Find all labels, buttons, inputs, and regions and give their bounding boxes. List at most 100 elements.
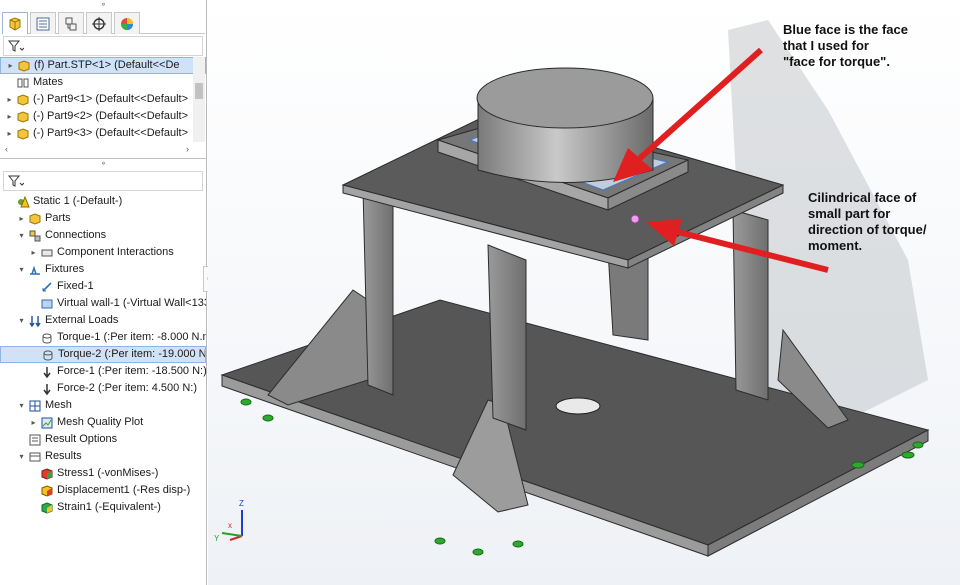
simulation-study-tree: Static 1 (-Default-) ▸ Parts ▾ Connections ▸ C… [0,193,206,516]
study-row[interactable]: ▾ Results [0,448,206,465]
feature-manager-tab[interactable] [2,12,28,34]
mates-icon [15,76,31,90]
part-icon [16,59,32,73]
expand-toggle-icon[interactable]: ▸ [4,125,15,142]
feature-tree-icon [9,16,21,31]
expand-toggle-icon[interactable]: ▸ [4,91,15,108]
study-row[interactable]: Displacement1 (-Res disp-) [0,482,206,499]
top-grip[interactable]: ⚬ [0,0,207,10]
study-row[interactable]: Stress1 (-vonMises-) [0,465,206,482]
assembly-row[interactable]: ▸ (-) Part9<1> (Default<<Default> [0,91,206,108]
assembly-row-label: (-) Part9<2> (Default<<Default> [33,110,188,122]
torque-icon [39,331,55,345]
property-manager-tab[interactable] [30,12,56,34]
study-row[interactable]: ▾ Mesh [0,397,206,414]
study-row-label: Static 1 (-Default-) [33,195,123,207]
expand-toggle-icon[interactable]: ▾ [16,261,27,278]
expand-toggle-icon[interactable]: ▸ [28,244,39,261]
assembly-row-label: (-) Part9<1> (Default<<Default> [33,93,188,105]
annotation-cylindrical-face: Cilindrical face of small part for direc… [808,190,927,253]
fixtures-icon [27,263,43,277]
expand-toggle-icon[interactable]: ▸ [16,210,27,227]
expand-toggle-icon[interactable]: ▸ [4,108,15,125]
expand-toggle-icon[interactable]: ▸ [28,414,39,431]
interaction-icon [39,246,55,260]
triad-z-label: Z [239,499,244,508]
study-row[interactable]: ▾ Fixtures [0,261,206,278]
expand-toggle-icon[interactable]: ▸ [5,58,16,73]
fixed-icon [39,280,55,294]
study-row-label: Torque-2 (:Per item: -19.000 N.m [58,348,206,360]
configuration-manager-tab[interactable] [58,12,84,34]
property-list-icon [36,17,50,30]
study-row-label: Stress1 (-vonMises-) [57,467,159,479]
scroll-left-icon[interactable]: ‹ [5,144,8,154]
study-row-label: External Loads [45,314,119,326]
assembly-horizontal-scrollbar[interactable]: ‹ › [3,144,191,156]
force-icon [39,382,55,396]
scroll-right-icon[interactable]: › [186,144,189,154]
torque-icon [40,348,56,362]
study-row-label: Torque-1 (:Per item: -8.000 N.m:) [57,331,206,343]
study-row[interactable]: Fixed-1 [0,278,206,295]
force-icon [39,365,55,379]
assembly-vertical-scrollbar[interactable] [193,57,205,142]
study-row[interactable]: Force-2 (:Per item: 4.500 N:) [0,380,206,397]
external-loads-icon [27,314,43,328]
study-row[interactable]: Torque-2 (:Per item: -19.000 N.m [0,346,206,363]
study-row-label: Component Interactions [57,246,174,258]
assembly-tree: ▸ (f) Part.STP<1> (Default<<De Mates ▸ (-) P… [0,57,206,142]
assembly-scroll-thumb[interactable] [195,83,203,99]
study-row[interactable]: ▾ External Loads [0,312,206,329]
assembly-row-label: (-) Part9<3> (Default<<Default> [33,127,188,139]
assembly-row[interactable]: ▸ (-) Part9<3> (Default<<Default> [0,125,206,142]
expand-toggle-icon[interactable]: ▾ [16,227,27,244]
expand-toggle-icon[interactable]: ▾ [16,397,27,414]
study-row[interactable]: Torque-1 (:Per item: -8.000 N.m:) [0,329,206,346]
funnel-icon [8,175,24,187]
expand-toggle-icon[interactable]: ▾ [16,448,27,465]
study-row[interactable]: ▸ Parts [0,210,206,227]
study-row[interactable]: ▸ Component Interactions [0,244,206,261]
results-icon [27,450,43,464]
study-row-label: Strain1 (-Equivalent-) [57,501,161,513]
study-filter[interactable] [3,171,203,191]
display-manager-tab[interactable] [114,12,140,34]
graphics-area[interactable]: Z x Y Blue face is the face that I used … [208,0,960,585]
study-row-label: Results [45,450,82,462]
assembly-row[interactable]: ▸ (-) Part9<2> (Default<<Default> [0,108,206,125]
study-row-label: Mesh Quality Plot [57,416,144,428]
study-row-label: Fixtures [45,263,85,275]
static-study-icon [15,195,31,209]
part-icon [15,93,31,107]
study-row[interactable]: ▸ Mesh Quality Plot [0,414,206,431]
expand-toggle-icon[interactable]: ▾ [16,312,27,329]
study-row[interactable]: ▾ Connections [0,227,206,244]
study-row-label: Displacement1 (-Res disp-) [57,484,191,496]
leg-left [362,189,394,396]
model-view: Z x Y [214,20,930,557]
study-row[interactable]: Strain1 (-Equivalent-) [0,499,206,516]
funnel-icon [8,40,24,52]
study-row-label: Mesh [45,399,72,411]
triad-x-label: x [228,521,232,530]
study-row-label: Force-1 (:Per item: -18.500 N:) [57,365,206,377]
assembly-row[interactable]: Mates [0,74,206,91]
study-row-label: Connections [45,229,107,241]
study-row[interactable]: Force-1 (:Per item: -18.500 N:) [0,363,206,380]
assembly-row[interactable]: ▸ (f) Part.STP<1> (Default<<De [0,57,206,74]
study-row[interactable]: Virtual wall-1 (-Virtual Wall<133 [0,295,206,312]
study-row[interactable]: Result Options [0,431,206,448]
mesh-icon [27,399,43,413]
study-row[interactable]: Static 1 (-Default-) [0,193,206,210]
study-row-label: Result Options [45,433,118,445]
dimxpert-tab[interactable] [86,12,112,34]
study-row-label: Parts [45,212,71,224]
configuration-icon [65,17,77,30]
study-row-label: Virtual wall-1 (-Virtual Wall<133 [57,297,206,309]
study-row-label: Fixed-1 [57,280,94,292]
assembly-filter[interactable] [3,36,203,56]
splitter-grip[interactable]: ⚬ [0,159,207,169]
part-icon [15,110,31,124]
axis-triad: Z x Y [214,499,244,543]
